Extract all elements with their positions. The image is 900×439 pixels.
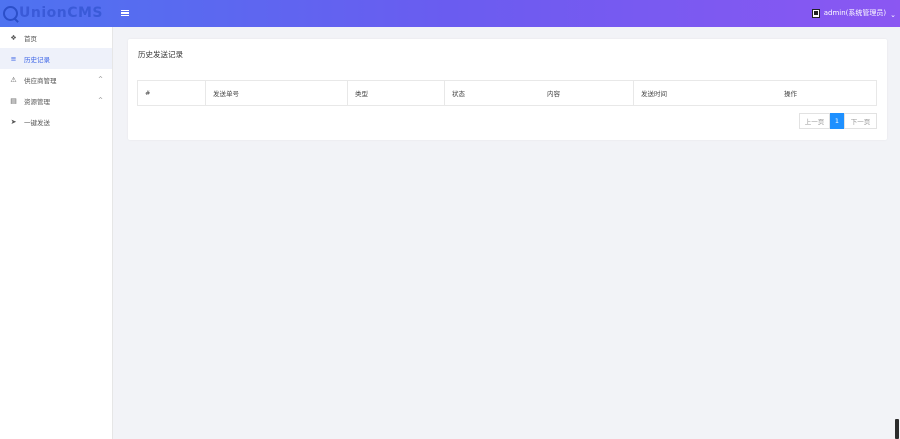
logo-mark-icon	[3, 5, 18, 21]
sidebar: ❖ 首页 ≡ 历史记录 ⚠ 供应商管理 ^ ▤ 资源管理 ^ ➤ 一键发送	[0, 27, 113, 439]
sidebar-item-send[interactable]: ➤ 一键发送	[0, 111, 112, 132]
sidebar-item-label: 供应商管理	[24, 76, 57, 85]
user-menu[interactable]: admin(系统管理员) ⌄	[811, 6, 896, 20]
user-name: admin(系统管理员)	[823, 9, 887, 17]
sidebar-item-history[interactable]: ≡ 历史记录	[0, 48, 112, 69]
column-header-send-time[interactable]: 发送时间	[634, 81, 777, 105]
sidebar-item-label: 历史记录	[24, 55, 50, 64]
database-icon: ▤	[10, 96, 17, 105]
sidebar-item-label: 资源管理	[24, 97, 50, 106]
chevron-up-icon: ^	[97, 76, 103, 83]
column-header-index[interactable]: #	[138, 81, 206, 105]
list-icon: ≡	[10, 54, 17, 63]
column-header-type[interactable]: 类型	[348, 81, 445, 105]
home-icon: ❖	[10, 33, 17, 42]
sidebar-item-label: 首页	[24, 34, 37, 43]
logo[interactable]: UnionCMS	[3, 3, 103, 23]
history-table-header: # 发送单号 类型 状态 内容 发送时间 操作	[137, 80, 877, 106]
scrollbar-thumb[interactable]	[895, 419, 899, 439]
sidebar-item-suppliers[interactable]: ⚠ 供应商管理 ^	[0, 69, 112, 90]
sidebar-item-home[interactable]: ❖ 首页	[0, 27, 112, 48]
sidebar-item-resources[interactable]: ▤ 资源管理 ^	[0, 90, 112, 111]
column-header-send-no[interactable]: 发送单号	[206, 81, 348, 105]
page-title: 历史发送记录	[138, 50, 183, 59]
sidebar-item-label: 一键发送	[24, 118, 50, 127]
column-header-content[interactable]: 内容	[540, 81, 634, 105]
pagination: 上一页 1 下一页	[799, 113, 877, 129]
column-header-status[interactable]: 状态	[445, 81, 540, 105]
history-card: 历史发送记录 # 发送单号 类型 状态 内容 发送时间 操作 上一页 1 下一页	[128, 39, 887, 140]
chevron-down-icon: ⌄	[890, 11, 896, 19]
logo-text: UnionCMS	[19, 5, 104, 21]
next-page-button[interactable]: 下一页	[844, 113, 877, 129]
avatar-icon	[811, 8, 820, 18]
chevron-up-icon: ^	[97, 97, 103, 104]
page-1-button[interactable]: 1	[830, 113, 844, 129]
prev-page-button[interactable]: 上一页	[799, 113, 830, 129]
column-header-actions[interactable]: 操作	[777, 81, 876, 105]
send-icon: ➤	[10, 117, 17, 126]
hamburger-icon[interactable]	[121, 7, 129, 19]
top-header: UnionCMS admin(系统管理员) ⌄	[0, 0, 900, 27]
sitemap-icon: ⚠	[10, 75, 17, 84]
